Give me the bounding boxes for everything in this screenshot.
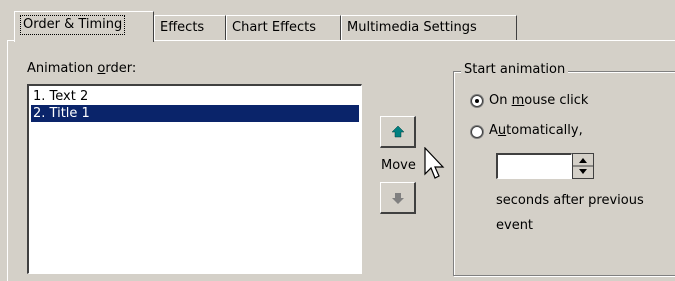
tab-order-timing[interactable]: Order & Timing	[14, 11, 154, 42]
tab-label: Order & Timing	[20, 15, 126, 35]
tab-chart-effects[interactable]: Chart Effects	[226, 15, 341, 40]
move-down-button[interactable]	[380, 182, 416, 214]
seconds-spinner[interactable]	[572, 153, 594, 179]
on-mouse-click-radio[interactable]	[471, 95, 483, 107]
list-item-selected[interactable]: 2. Title 1	[31, 105, 359, 122]
tab-panel-border-left	[7, 40, 8, 281]
seconds-after-previous-text: seconds after previous	[496, 193, 644, 208]
arrow-up-icon	[391, 125, 405, 138]
automatically-label[interactable]: Automatically,	[489, 121, 583, 141]
tab-label: Chart Effects	[232, 20, 317, 35]
start-animation-legend: Start animation	[461, 61, 569, 79]
list-item[interactable]: 1. Text 2	[31, 88, 359, 105]
tab-label: Effects	[160, 20, 205, 35]
move-label: Move	[381, 158, 416, 173]
radio-dot	[475, 99, 479, 103]
tab-effects[interactable]: Effects	[154, 15, 226, 40]
tab-multimedia-settings[interactable]: Multimedia Settings	[341, 15, 517, 40]
spinner-arrows-icon	[573, 158, 593, 174]
seconds-input[interactable]	[496, 153, 572, 179]
mouse-cursor-icon	[424, 147, 445, 179]
on-mouse-click-label[interactable]: On mouse click	[489, 91, 588, 111]
event-text: event	[496, 218, 534, 233]
animation-order-label: Animation order:	[27, 61, 137, 76]
move-up-button[interactable]	[380, 116, 416, 148]
tab-label: Multimedia Settings	[347, 20, 477, 35]
animation-order-list[interactable]: 1. Text 2 2. Title 1	[27, 84, 362, 274]
automatically-radio[interactable]	[471, 126, 483, 138]
arrow-down-icon	[392, 193, 404, 204]
